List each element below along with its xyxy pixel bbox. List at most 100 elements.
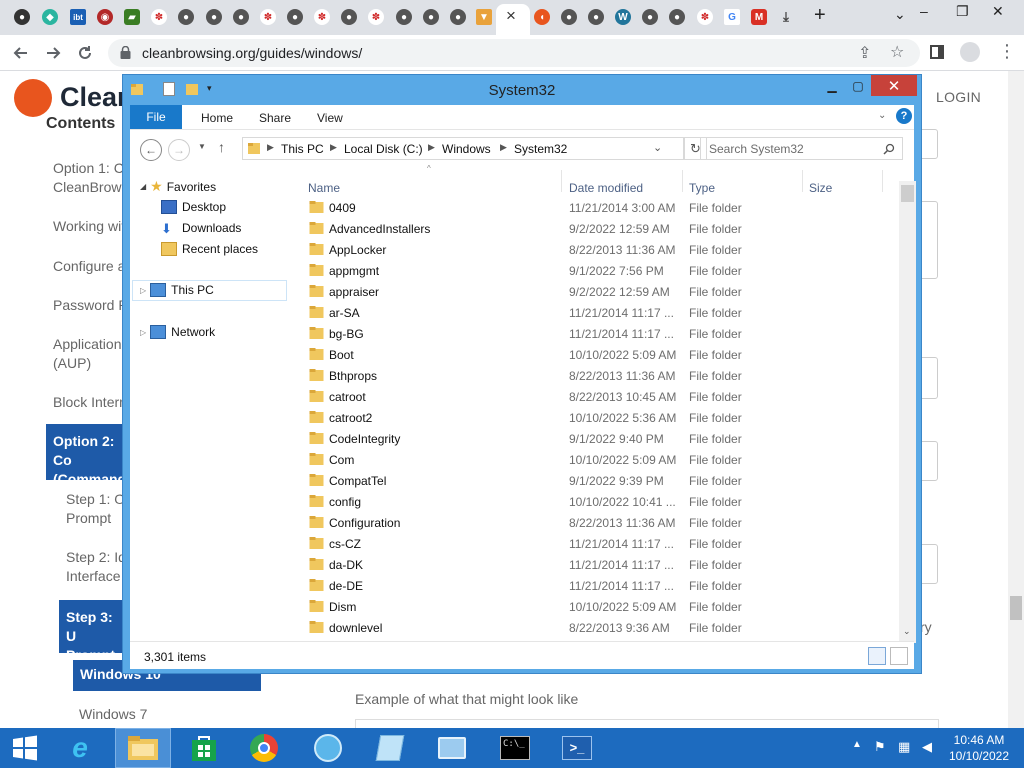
file-row[interactable]: de-DE 11/21/2014 11:17 ... File folder: [301, 575, 893, 596]
toc-link[interactable]: Option 1: Co CleanBrows: [53, 159, 132, 197]
network-app-button[interactable]: [300, 728, 356, 768]
tab-favicon[interactable]: ◉: [97, 9, 113, 25]
action-center-icon[interactable]: ⚑: [874, 739, 886, 755]
toc-link[interactable]: Block Intern: [53, 393, 127, 412]
tab-favicon[interactable]: ✽: [151, 9, 167, 25]
tab-share[interactable]: Share: [259, 111, 291, 125]
cleanbrowsing-logo[interactable]: [14, 79, 52, 117]
tab-favicon[interactable]: ibt: [70, 9, 86, 25]
column-divider[interactable]: [802, 170, 803, 192]
nav-downloads[interactable]: ⬇ Downloads: [161, 221, 241, 236]
page-scrollbar[interactable]: [1008, 71, 1024, 728]
github-tab-icon[interactable]: ●: [396, 9, 412, 25]
login-link[interactable]: LOGIN: [936, 89, 981, 105]
tab-favicon[interactable]: ◆: [42, 9, 58, 25]
forward-button[interactable]: →: [168, 139, 190, 161]
google-tab-icon[interactable]: G: [724, 9, 740, 25]
file-row[interactable]: CompatTel 9/1/2022 9:39 PM File folder: [301, 470, 893, 491]
breadcrumb-this-pc[interactable]: This PC: [281, 142, 324, 156]
command-prompt-button[interactable]: C:\_: [487, 728, 543, 768]
expand-arrow-icon[interactable]: ▷: [140, 328, 146, 337]
download-tab-icon[interactable]: ⤓: [778, 9, 794, 25]
github-tab-icon[interactable]: ●: [14, 9, 30, 25]
tab-favicon[interactable]: ✽: [368, 9, 384, 25]
gmail-tab-icon[interactable]: M: [751, 9, 767, 25]
breadcrumb-local-disk[interactable]: Local Disk (C:): [344, 142, 423, 156]
file-row[interactable]: Com 10/10/2022 5:09 AM File folder: [301, 449, 893, 470]
system-clock[interactable]: 10:46 AM 10/10/2022: [944, 732, 1014, 764]
tab-search-icon[interactable]: ⌄: [894, 6, 906, 23]
search-input[interactable]: Search System32: [700, 137, 903, 160]
file-list-scrollbar-thumb[interactable]: [901, 185, 914, 202]
forward-button[interactable]: [40, 40, 66, 66]
page-scrollbar-thumb[interactable]: [1010, 596, 1022, 620]
explorer-titlebar[interactable]: ▾ System32 ▁ ▢ ✕: [123, 75, 921, 105]
tab-close-icon[interactable]: ×: [506, 6, 516, 26]
details-view-icon[interactable]: [868, 647, 886, 665]
file-row[interactable]: ar-SA 11/21/2014 11:17 ... File folder: [301, 302, 893, 323]
large-icons-view-icon[interactable]: [890, 647, 908, 665]
back-button[interactable]: ←: [140, 139, 162, 161]
github-tab-icon[interactable]: ●: [588, 9, 604, 25]
nav-recent-places[interactable]: Recent places: [161, 242, 258, 256]
nav-desktop[interactable]: Desktop: [161, 200, 226, 214]
file-row[interactable]: Dism 10/10/2022 5:09 AM File folder: [301, 596, 893, 617]
github-tab-icon[interactable]: ●: [341, 9, 357, 25]
expand-arrow-icon[interactable]: ◢: [140, 182, 146, 191]
toc-link-active[interactable]: Option 2: Co (Command: [46, 424, 126, 487]
github-tab-icon[interactable]: ●: [178, 9, 194, 25]
store-button[interactable]: [176, 728, 232, 768]
github-tab-icon[interactable]: ●: [561, 9, 577, 25]
help-icon[interactable]: ?: [896, 108, 912, 124]
breadcrumb-system32[interactable]: System32: [514, 142, 567, 156]
scroll-down-icon[interactable]: ⌄: [903, 626, 911, 637]
close-button[interactable]: ✕: [992, 3, 1004, 20]
volume-icon[interactable]: ◀: [922, 739, 932, 755]
column-divider[interactable]: [682, 170, 683, 192]
restore-button[interactable]: ❐: [956, 3, 969, 20]
minimize-button[interactable]: ▁: [819, 75, 845, 96]
file-row[interactable]: Bthprops 8/22/2013 11:36 AM File folder: [301, 365, 893, 386]
file-row[interactable]: cs-CZ 11/21/2014 11:17 ... File folder: [301, 533, 893, 554]
file-row[interactable]: catroot2 10/10/2022 5:36 AM File folder: [301, 407, 893, 428]
toc-link[interactable]: Password P: [53, 296, 128, 315]
tab-file[interactable]: File: [130, 105, 182, 129]
file-row[interactable]: CodeIntegrity 9/1/2022 9:40 PM File folder: [301, 428, 893, 449]
tab-favicon[interactable]: ✽: [697, 9, 713, 25]
github-tab-icon[interactable]: ●: [450, 9, 466, 25]
side-panel-icon[interactable]: [930, 45, 944, 59]
recent-locations-icon[interactable]: ▼: [198, 142, 206, 151]
github-tab-icon[interactable]: ●: [642, 9, 658, 25]
column-header-size[interactable]: Size: [809, 181, 832, 195]
nav-network[interactable]: ▷ Network: [140, 325, 215, 339]
github-tab-icon[interactable]: ●: [233, 9, 249, 25]
tab-favicon[interactable]: ◖: [534, 9, 550, 25]
file-row[interactable]: bg-BG 11/21/2014 11:17 ... File folder: [301, 323, 893, 344]
column-divider[interactable]: [561, 170, 562, 192]
toc-link[interactable]: Working wit: [53, 217, 125, 236]
column-header-date[interactable]: Date modified: [569, 181, 643, 195]
close-button[interactable]: ✕: [871, 75, 917, 96]
file-row[interactable]: downlevel 8/22/2013 9:36 AM File folder: [301, 617, 893, 638]
network-status-icon[interactable]: ▦: [898, 739, 910, 755]
internet-explorer-button[interactable]: e: [52, 728, 108, 768]
remote-app-button[interactable]: [424, 728, 480, 768]
up-button[interactable]: ↑: [218, 139, 225, 155]
notepad-button[interactable]: [362, 728, 418, 768]
file-list-scrollbar[interactable]: ⌄: [899, 181, 916, 643]
bookmark-star-icon[interactable]: ☆: [890, 42, 904, 62]
breadcrumb-windows[interactable]: Windows: [442, 142, 491, 156]
file-row[interactable]: appraiser 9/2/2022 12:59 AM File folder: [301, 281, 893, 302]
chrome-button[interactable]: [236, 728, 292, 768]
file-row[interactable]: config 10/10/2022 10:41 ... File folder: [301, 491, 893, 512]
toc-link[interactable]: Step 2: Id Interface: [66, 548, 126, 586]
wordpress-tab-icon[interactable]: W: [615, 9, 631, 25]
column-divider[interactable]: [882, 170, 883, 192]
tab-favicon[interactable]: ▰: [124, 9, 140, 25]
tab-home[interactable]: Home: [201, 111, 233, 125]
toc-link[interactable]: Configure a: [53, 257, 125, 276]
share-icon[interactable]: ⇪: [858, 43, 871, 63]
breadcrumb-separator[interactable]: ▶: [267, 142, 274, 153]
address-bar[interactable]: ▶ This PC ▶ Local Disk (C:) ▶ Windows ▶ …: [242, 137, 684, 160]
back-button[interactable]: [8, 40, 34, 66]
